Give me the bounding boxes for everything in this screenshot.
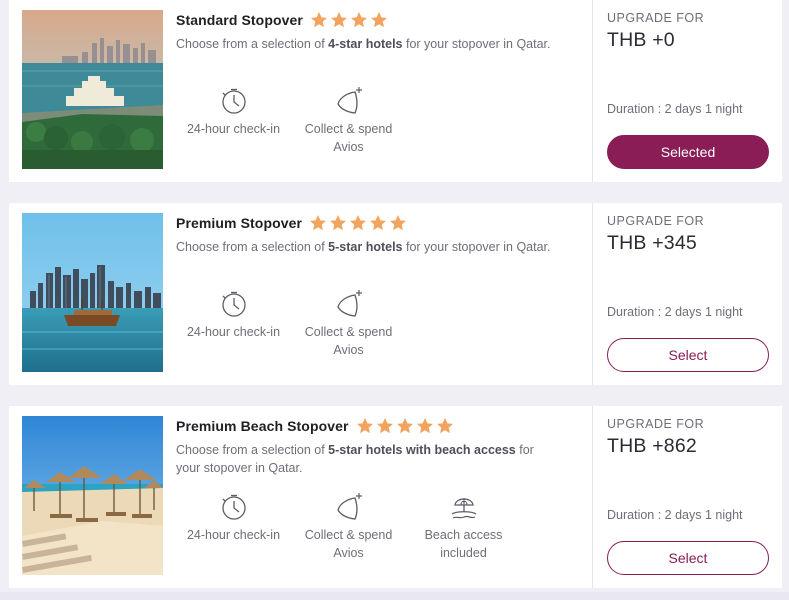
page-bottom-edge [0,592,789,600]
card-description: Choose from a selection of 5-star hotels… [176,441,556,477]
card-title-row: Premium Stopover [176,212,408,234]
card-description: Choose from a selection of 5-star hotels… [176,238,556,256]
upgrade-label: UPGRADE FOR [607,214,705,228]
doha-dhow-skyline-photo [22,213,163,372]
feature-avios: Collect & spend Avios [291,86,406,156]
clock-icon [221,88,246,114]
feature-list: 24-hour check-in Collect & spend Avios [176,86,406,156]
upgrade-price: THB +0 [607,29,675,51]
star-icon [350,215,367,231]
card-main: Premium Stopover Choose from a selection… [9,203,593,385]
select-button[interactable]: Select [607,338,769,372]
star-rating [308,214,408,232]
desc-highlight: 5-star hotels [328,240,403,254]
stopover-card-premium: Premium Stopover Choose from a selection… [9,203,782,385]
beach-umbrellas-photo [22,416,163,575]
card-main: Premium Beach Stopover Choose from a sel… [9,406,593,588]
selected-button[interactable]: Selected [607,135,769,169]
upgrade-label: UPGRADE FOR [607,417,705,431]
duration-text: Duration : 2 days 1 night [607,305,743,319]
feature-checkin: 24-hour check-in [176,492,291,562]
card-title: Standard Stopover [176,12,303,28]
feature-label: Collect & spend Avios [304,122,393,154]
star-icon [436,418,453,434]
star-icon [370,12,387,28]
star-icon [330,215,347,231]
star-icon [416,418,433,434]
upgrade-price: THB +862 [607,435,697,457]
feature-list: 24-hour check-in Collect & spend Avios [176,492,521,562]
card-price-panel: UPGRADE FOR THB +862 Duration : 2 days 1… [593,406,782,588]
feature-label: Collect & spend Avios [304,528,393,560]
star-icon [390,215,407,231]
feature-label: Beach access included [424,528,503,560]
duration-text: Duration : 2 days 1 night [607,508,743,522]
feature-label: Collect & spend Avios [304,325,393,357]
desc-text: for your stopover in Qatar. [402,240,551,254]
desc-text: Choose from a selection of [176,240,329,254]
card-title-row: Standard Stopover [176,9,389,31]
feature-label: 24-hour check-in [186,528,281,542]
star-icon [370,215,387,231]
select-button[interactable]: Select [607,541,769,575]
desc-text: Choose from a selection of [176,443,329,457]
card-price-panel: UPGRADE FOR THB +0 Duration : 2 days 1 n… [593,0,782,182]
card-title-row: Premium Beach Stopover [176,415,455,437]
feature-list: 24-hour check-in Collect & spend Avios [176,289,406,359]
duration-text: Duration : 2 days 1 night [607,102,743,116]
feature-checkin: 24-hour check-in [176,86,291,156]
card-title: Premium Stopover [176,215,303,231]
avios-icon [336,87,362,114]
star-rating [309,11,389,29]
card-price-panel: UPGRADE FOR THB +345 Duration : 2 days 1… [593,203,782,385]
desc-text: for your stopover in Qatar. [402,37,551,51]
stopover-card-standard: Standard Stopover Choose from a selectio… [9,0,782,182]
star-icon [350,12,367,28]
avios-icon [336,493,362,520]
avios-icon [336,290,362,317]
desc-highlight: 5-star hotels with beach access [328,443,516,457]
star-icon [310,215,327,231]
star-icon [356,418,373,434]
clock-icon [221,494,246,520]
upgrade-label: UPGRADE FOR [607,11,705,25]
star-rating [355,417,455,435]
star-icon [396,418,413,434]
desc-highlight: 4-star hotels [328,37,403,51]
clock-icon [221,291,246,317]
doha-museum-skyline-photo [22,10,163,169]
card-title: Premium Beach Stopover [176,418,349,434]
card-main: Standard Stopover Choose from a selectio… [9,0,593,182]
star-icon [310,12,327,28]
feature-label: 24-hour check-in [186,325,281,339]
star-icon [376,418,393,434]
stopover-card-premium-beach: Premium Beach Stopover Choose from a sel… [9,406,782,588]
feature-beach: Beach access included [406,492,521,562]
star-icon [330,12,347,28]
desc-text: Choose from a selection of [176,37,329,51]
feature-avios: Collect & spend Avios [291,289,406,359]
feature-checkin: 24-hour check-in [176,289,291,359]
feature-avios: Collect & spend Avios [291,492,406,562]
feature-label: 24-hour check-in [186,122,281,136]
beach-umbrella-icon [451,498,476,519]
upgrade-price: THB +345 [607,232,697,254]
card-description: Choose from a selection of 4-star hotels… [176,35,556,53]
